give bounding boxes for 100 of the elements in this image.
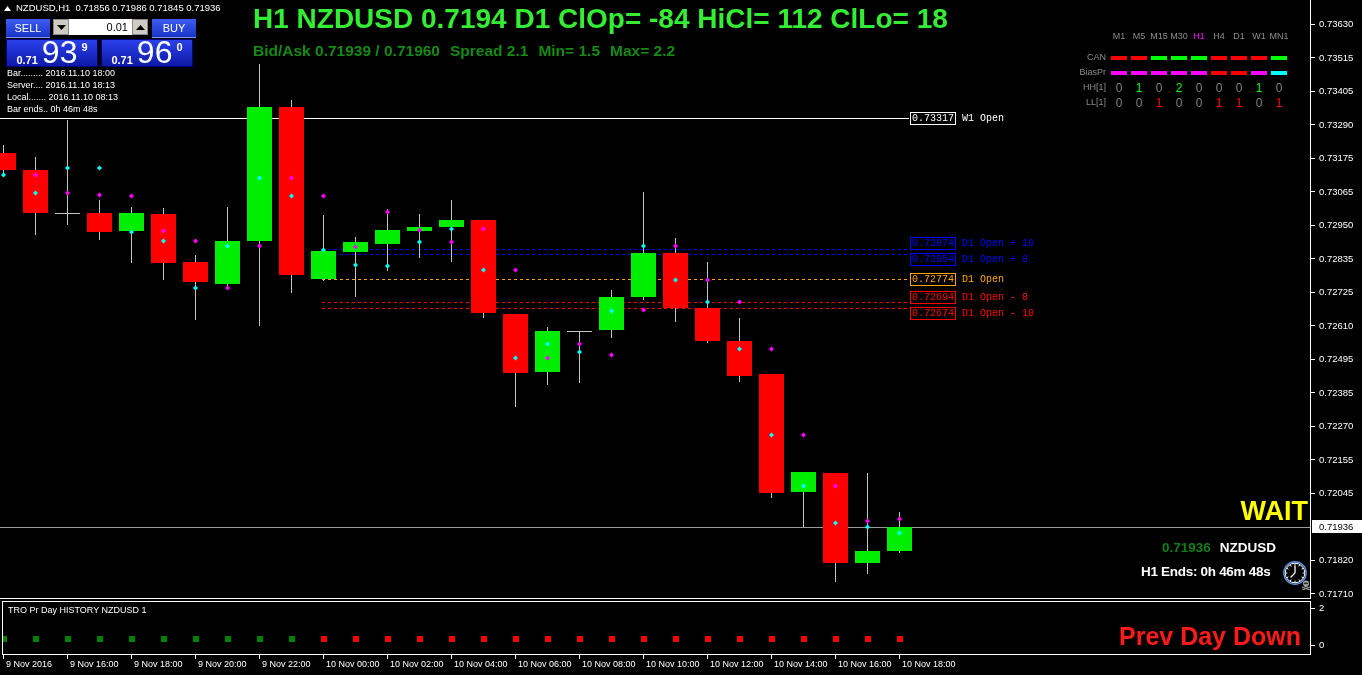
timeframe-label: H1 <box>1193 31 1205 42</box>
indicator-row-label: LL[1] <box>1085 97 1107 108</box>
indicator-row-label: HH[1] <box>1083 82 1107 93</box>
bullish-candle <box>599 289 624 339</box>
signal-marker <box>1 172 6 178</box>
spread-info-text: Spread 2.1 <box>450 42 529 60</box>
count-value: 1 <box>1255 80 1263 95</box>
count-value: 0 <box>1175 95 1183 110</box>
signal-marker <box>129 229 134 235</box>
count-value: 1 <box>1155 95 1163 110</box>
signal-marker <box>225 285 230 291</box>
count-value: 1 <box>1215 95 1223 110</box>
bearish-candle <box>727 317 752 383</box>
bullish-candle <box>311 214 336 282</box>
lot-increase-button[interactable] <box>132 19 148 35</box>
signal-marker <box>353 262 358 268</box>
timeframe-label: M15 <box>1150 31 1168 42</box>
signal-marker <box>417 239 422 245</box>
signal-marker <box>97 165 102 171</box>
level-price-tag: 0.73317 <box>910 111 956 125</box>
count-value: 0 <box>1115 80 1123 95</box>
signal-marker <box>705 299 710 305</box>
price-tick-label: 0.72495 <box>1311 353 1354 365</box>
chart-headline: H1 NZDUSD 0.7194 D1 ClOp= -84 HiCl= 112 ClLo= 18 <box>253 3 948 35</box>
signal-marker <box>289 193 294 199</box>
caret-up-icon[interactable] <box>4 5 11 11</box>
signal-marker <box>737 299 742 305</box>
signal-marker <box>609 308 614 314</box>
scale-tick-label: 2 <box>1311 602 1325 614</box>
time-info-line: Bar ends.. 0h 46m 48s <box>7 103 99 115</box>
caret-up-icon <box>135 24 145 30</box>
time-info-line: Server.... 2016.11.10 18:13 <box>7 79 116 91</box>
timeframe-label: W1 <box>1252 31 1266 42</box>
signal-marker <box>801 432 806 438</box>
spread-info-text: Max= 2.2 <box>610 42 676 60</box>
ohlc-quotes: 0.71856 0.71986 0.71845 0.71936 <box>75 3 221 14</box>
signal-marker <box>289 175 294 181</box>
indicator-row-label: CAN <box>1087 52 1107 63</box>
level-caption: D1 Open + 10 <box>962 236 1034 250</box>
bar-countdown: H1 Ends: 0h 46m 48s <box>1141 563 1271 580</box>
timeframe-label: M5 <box>1132 31 1146 42</box>
signal-marker <box>257 243 262 249</box>
signal-marker <box>801 483 806 489</box>
time-info-line: Local....... 2016.11.10 08:13 <box>7 91 118 103</box>
buy-button[interactable]: BUY <box>152 19 196 38</box>
lot-size-field[interactable]: 0.01 <box>69 19 132 35</box>
clock-icon <box>1283 561 1307 585</box>
sell-button[interactable]: SELL <box>6 19 50 38</box>
count-value: 1 <box>1235 95 1243 110</box>
signal-marker <box>193 238 198 244</box>
price-tick-label: 0.72725 <box>1311 286 1354 298</box>
chart-symbol: NZDUSD,H1 <box>16 3 71 14</box>
price-tick-label: 0.72045 <box>1311 487 1354 499</box>
timeframe-label: H4 <box>1213 31 1225 42</box>
bullish-candle <box>791 471 816 528</box>
signal-marker <box>417 227 422 233</box>
signal-marker <box>545 355 550 361</box>
price-tick-label: 0.72950 <box>1311 219 1354 231</box>
current-price-label: 0.71936 <box>1312 520 1362 533</box>
signal-symbol: NZDUSD <box>1219 539 1277 556</box>
signal-marker <box>481 267 486 273</box>
count-value: 0 <box>1155 80 1163 95</box>
signal-marker <box>577 349 582 355</box>
signal-marker <box>385 209 390 215</box>
bearish-candle <box>87 199 112 241</box>
count-value: 1 <box>1275 95 1283 110</box>
signal-marker <box>577 341 582 347</box>
doji-candle <box>566 330 593 384</box>
signal-marker <box>33 190 38 196</box>
count-value: 0 <box>1275 80 1283 95</box>
signal-marker <box>321 247 326 253</box>
price-tick-label: 0.73175 <box>1311 152 1354 164</box>
spread-info-text: Min= 1.5 <box>538 42 600 60</box>
signal-marker <box>33 172 38 178</box>
count-value: 2 <box>1175 80 1183 95</box>
signal-marker <box>833 483 838 489</box>
signal-marker <box>705 277 710 283</box>
level-price-tag: 0.72774 <box>910 272 956 286</box>
timeframe-label: D1 <box>1233 31 1245 42</box>
time-info-line: Bar......... 2016.11.10 18:00 <box>7 67 116 79</box>
indicator-title: TRO Pr Day HISTORY NZDUSD 1 <box>8 605 147 616</box>
signal-marker <box>481 226 486 232</box>
signal-marker <box>161 238 166 244</box>
level-price-tag: 0.72674 <box>910 306 956 320</box>
level-caption: D1 Open <box>962 272 1004 286</box>
signal-marker <box>673 277 678 283</box>
signal-marker <box>641 243 646 249</box>
price-tick-label: 0.71820 <box>1311 554 1354 566</box>
indicator-row-label: BiasPr <box>1079 67 1107 78</box>
signal-marker <box>129 193 134 199</box>
indicator-status: Prev Day Down <box>1119 621 1301 651</box>
level-caption: W1 Open <box>962 111 1004 125</box>
price-tick-label: 0.72270 <box>1311 420 1354 432</box>
bullish-candle <box>535 326 560 386</box>
lot-decrease-button[interactable] <box>53 19 69 35</box>
signal-marker <box>769 346 774 352</box>
signal-marker <box>513 355 518 361</box>
count-value: 1 <box>1135 80 1143 95</box>
signal-marker <box>641 307 646 313</box>
count-value: 0 <box>1255 95 1263 110</box>
